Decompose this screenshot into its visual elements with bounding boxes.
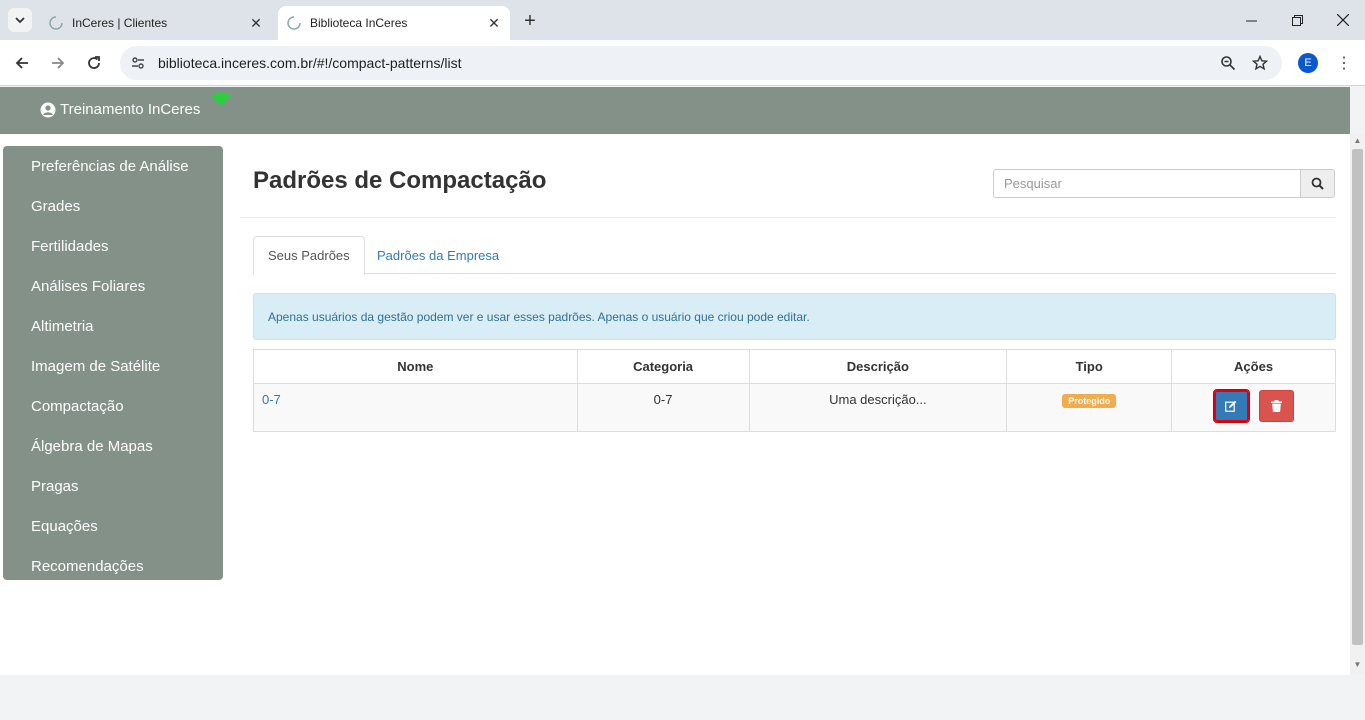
search-input[interactable] bbox=[993, 169, 1300, 198]
column-header-descricao: Descrição bbox=[748, 349, 1008, 384]
pattern-name-link[interactable]: 0-7 bbox=[262, 392, 281, 407]
profile-avatar[interactable]: E bbox=[1298, 53, 1318, 73]
cell-tipo: Protegido bbox=[1006, 383, 1173, 432]
loading-favicon-icon bbox=[49, 16, 63, 30]
restore-icon bbox=[1291, 14, 1303, 26]
new-tab-button[interactable]: + bbox=[518, 9, 542, 33]
wifi-status-icon bbox=[211, 92, 231, 106]
loading-favicon-icon bbox=[287, 16, 301, 30]
column-header-nome: Nome bbox=[253, 349, 578, 384]
sidebar-item-recomendacoes[interactable]: Recomendações bbox=[3, 546, 223, 586]
sidebar-item-fertilidades[interactable]: Fertilidades bbox=[3, 226, 223, 266]
column-header-acoes: Ações bbox=[1171, 349, 1336, 384]
back-button[interactable] bbox=[8, 49, 36, 77]
tab-seus-padroes[interactable]: Seus Padrões bbox=[253, 236, 365, 275]
page-scrollbar[interactable]: ▲ ▼ bbox=[1350, 133, 1365, 675]
cell-nome: 0-7 bbox=[253, 383, 578, 432]
sidebar-item-altimetria[interactable]: Altimetria bbox=[3, 306, 223, 346]
bookmark-star-icon[interactable] bbox=[1250, 53, 1270, 73]
web-page: Treinamento InCeres Preferências de Anál… bbox=[0, 87, 1350, 675]
arrow-right-icon bbox=[52, 57, 65, 69]
app-header: Treinamento InCeres bbox=[0, 87, 1350, 134]
site-settings-icon[interactable] bbox=[130, 55, 146, 71]
user-name: Treinamento InCeres bbox=[60, 101, 201, 118]
minimize-icon bbox=[1245, 20, 1257, 21]
delete-button[interactable] bbox=[1258, 390, 1294, 422]
browser-tab-title: InCeres | Clientes bbox=[72, 16, 168, 30]
close-icon bbox=[1337, 14, 1349, 26]
sidebar-item-imagem-satelite[interactable]: Imagem de Satélite bbox=[3, 346, 223, 386]
cell-descricao: Uma descrição... bbox=[748, 383, 1008, 432]
url-text: biblioteca.inceres.com.br/#!/compact-pat… bbox=[158, 55, 462, 71]
scrollbar-thumb[interactable] bbox=[1352, 149, 1363, 645]
chevron-down-icon bbox=[15, 17, 25, 24]
sidebar-item-compactacao[interactable]: Compactação bbox=[3, 386, 223, 426]
tab-padroes-empresa[interactable]: Padrões da Empresa bbox=[363, 236, 513, 274]
browser-tab-clientes[interactable]: InCeres | Clientes ✕ bbox=[40, 6, 272, 40]
column-header-categoria: Categoria bbox=[576, 349, 750, 384]
close-tab-icon[interactable]: ✕ bbox=[246, 13, 266, 33]
sidebar-item-preferencias[interactable]: Preferências de Análise bbox=[3, 146, 223, 186]
browser-tab-biblioteca[interactable]: Biblioteca InCeres ✕ bbox=[278, 6, 510, 40]
search-group bbox=[993, 169, 1335, 198]
close-tab-icon[interactable]: ✕ bbox=[484, 13, 504, 33]
scroll-up-icon[interactable]: ▲ bbox=[1353, 137, 1362, 145]
edit-icon bbox=[1225, 400, 1237, 412]
user-menu[interactable]: Treinamento InCeres bbox=[40, 101, 200, 118]
reload-button[interactable] bbox=[80, 49, 108, 77]
sidebar: Preferências de Análise Grades Fertilida… bbox=[3, 146, 223, 580]
reload-icon bbox=[88, 56, 100, 69]
user-circle-icon bbox=[40, 102, 56, 117]
patterns-table: Nome Categoria Descrição Tipo Ações 0-7 … bbox=[253, 349, 1336, 432]
cell-acoes bbox=[1171, 383, 1336, 432]
tab-list-button[interactable] bbox=[8, 8, 32, 32]
scroll-down-icon[interactable]: ▼ bbox=[1353, 661, 1362, 669]
browser-tabbar: InCeres | Clientes ✕ Biblioteca InCeres … bbox=[0, 0, 1365, 40]
sidebar-item-grades[interactable]: Grades bbox=[3, 186, 223, 226]
close-window-button[interactable] bbox=[1320, 0, 1365, 40]
search-button[interactable] bbox=[1300, 169, 1335, 198]
browser-toolbar: biblioteca.inceres.com.br/#!/compact-pat… bbox=[0, 40, 1365, 86]
trash-icon bbox=[1270, 400, 1282, 412]
zoom-icon[interactable] bbox=[1218, 53, 1238, 73]
edit-button[interactable] bbox=[1212, 389, 1250, 423]
page-title: Padrões de Compactação bbox=[253, 167, 547, 194]
table-row: 0-7 0-7 Uma descrição... Protegido bbox=[253, 383, 1336, 432]
minimize-button[interactable] bbox=[1228, 0, 1274, 40]
column-header-tipo: Tipo bbox=[1006, 349, 1173, 384]
forward-button[interactable] bbox=[44, 49, 72, 77]
restore-button[interactable] bbox=[1274, 0, 1320, 40]
arrow-left-icon bbox=[15, 57, 28, 69]
sidebar-item-pragas[interactable]: Pragas bbox=[3, 466, 223, 506]
divider bbox=[240, 217, 1336, 218]
address-bar[interactable]: biblioteca.inceres.com.br/#!/compact-pat… bbox=[120, 46, 1282, 80]
sidebar-item-algebra-mapas[interactable]: Álgebra de Mapas bbox=[3, 426, 223, 466]
table-header-row: Nome Categoria Descrição Tipo Ações bbox=[253, 349, 1336, 384]
sidebar-item-analises-foliares[interactable]: Análises Foliares bbox=[3, 266, 223, 306]
info-alert: Apenas usuários da gestão podem ver e us… bbox=[253, 293, 1336, 340]
sidebar-item-equacoes[interactable]: Equações bbox=[3, 506, 223, 546]
status-badge: Protegido bbox=[1062, 394, 1117, 408]
browser-menu-icon[interactable]: ⋮ bbox=[1334, 52, 1354, 74]
cell-categoria: 0-7 bbox=[576, 383, 750, 432]
browser-tab-title: Biblioteca InCeres bbox=[310, 16, 408, 30]
search-icon bbox=[1311, 177, 1324, 190]
tab-bar: Seus Padrões Padrões da Empresa bbox=[253, 236, 1336, 275]
